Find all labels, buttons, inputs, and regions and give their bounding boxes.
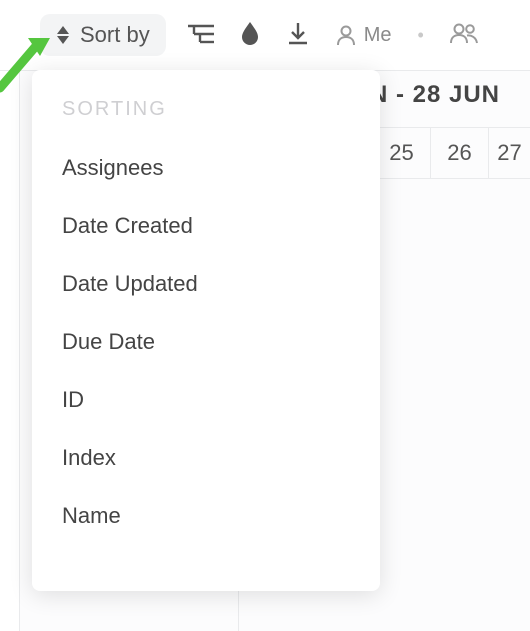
me-filter[interactable]: Me — [336, 24, 392, 47]
sort-option-date-updated[interactable]: Date Updated — [32, 255, 380, 313]
sort-by-button[interactable]: Sort by — [40, 14, 166, 56]
drop-icon[interactable] — [240, 21, 260, 50]
toolbar-icons: Me • — [188, 21, 478, 50]
sort-option-name[interactable]: Name — [32, 487, 380, 545]
day-cell[interactable]: 25 — [372, 128, 430, 178]
sort-by-label: Sort by — [80, 22, 150, 48]
download-icon[interactable] — [286, 21, 310, 50]
sort-option-id[interactable]: ID — [32, 371, 380, 429]
me-label: Me — [364, 24, 392, 47]
separator-dot: • — [418, 25, 424, 46]
sort-option-date-created[interactable]: Date Created — [32, 197, 380, 255]
sort-caret-icon — [56, 26, 70, 44]
sort-option-index[interactable]: Index — [32, 429, 380, 487]
sort-menu-heading: SORTING — [32, 92, 380, 139]
group-icon[interactable] — [188, 22, 214, 49]
days-row: 25 26 27 — [372, 127, 530, 179]
day-cell[interactable]: 26 — [430, 128, 488, 178]
people-icon[interactable] — [450, 22, 478, 49]
toolbar: Sort by Me — [0, 0, 530, 64]
sort-option-due-date[interactable]: Due Date — [32, 313, 380, 371]
sort-menu: SORTING Assignees Date Created Date Upda… — [32, 70, 380, 591]
day-cell[interactable]: 27 — [488, 128, 530, 178]
left-gutter — [0, 71, 20, 631]
sort-option-assignees[interactable]: Assignees — [32, 139, 380, 197]
